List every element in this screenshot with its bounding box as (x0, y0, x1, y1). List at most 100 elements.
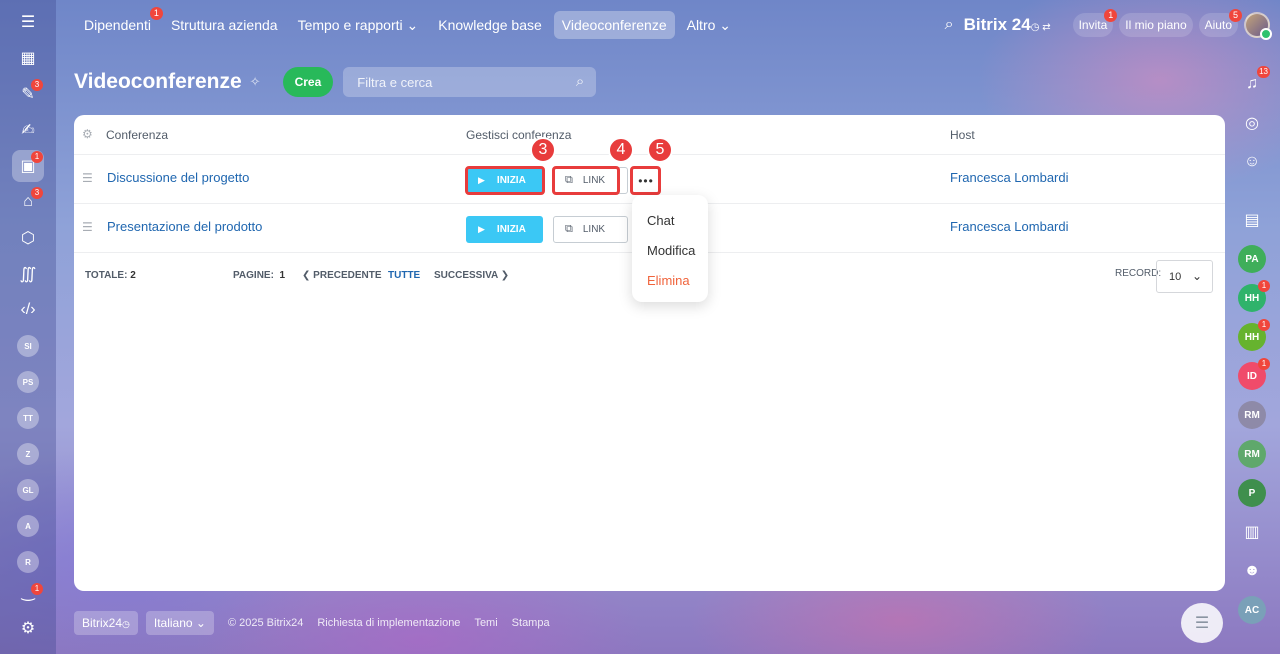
record-select[interactable]: 10 ⌄ (1156, 260, 1213, 293)
robot-icon[interactable]: ⌂ 3 (12, 186, 44, 218)
copyright: © 2025 Bitrix24 (227, 617, 304, 629)
rr-avatar-id[interactable]: ID 1 (1238, 358, 1270, 390)
clock-icon: ◷ (122, 619, 130, 629)
host-name[interactable]: Francesca Lombardi (950, 219, 1069, 234)
footer-brand[interactable]: Bitrix24◷ (74, 611, 138, 635)
nav-struttura[interactable]: Struttura azienda (163, 11, 286, 39)
conference-name[interactable]: Discussione del progetto (107, 170, 249, 185)
highlight-link (552, 166, 620, 195)
chevron-right-icon: ❯ (500, 270, 510, 281)
copy-link-button[interactable]: ⧉ LINK (553, 216, 628, 243)
highlight-more (630, 166, 661, 195)
drag-handle-icon[interactable]: ☰ (82, 171, 93, 185)
rail-more-icon[interactable]: ‿ 1 (12, 582, 44, 602)
rr-avatar-pa[interactable]: PA (1238, 245, 1266, 273)
nav-altro[interactable]: Altro ⌄ (679, 11, 739, 40)
highlight-start (465, 166, 545, 195)
rail-avatar-r[interactable]: R (12, 546, 44, 578)
rr-avatar-ac[interactable]: AC (1238, 596, 1266, 624)
box-icon[interactable]: ⬡ (12, 222, 44, 254)
implementation-request-link[interactable]: Richiesta di implementazione (317, 617, 460, 629)
prev-page-link[interactable]: ❮ PRECEDENTE (302, 270, 382, 281)
bell-icon[interactable]: ♫ 13 (1238, 66, 1270, 98)
rail-bottom-badge: 1 (31, 583, 43, 595)
conference-name[interactable]: Presentazione del prodotto (107, 219, 262, 234)
page-footer: Bitrix24◷ Italiano ⌄ © 2025 Bitrix24 Ric… (74, 611, 558, 635)
rail-avatar-ps[interactable]: PS (12, 366, 44, 398)
search-icon[interactable]: ⌕ (945, 16, 954, 34)
calendar-icon[interactable]: ▦ (12, 42, 44, 74)
wave-icon[interactable]: ∭ (12, 258, 44, 290)
next-page-link[interactable]: SUCCESSIVA ❯ (434, 270, 509, 281)
nav-videoconferenze[interactable]: Videoconferenze (553, 11, 675, 39)
rr-avatar-hh-2[interactable]: HH 1 (1238, 319, 1270, 351)
menu-item-chat[interactable]: Chat (647, 213, 674, 228)
rr-avatar-rm-1[interactable]: RM (1238, 401, 1266, 429)
callout-5: 5 (647, 137, 673, 163)
code-icon[interactable]: ‹/› (12, 294, 44, 326)
menu-item-delete[interactable]: Elimina (647, 273, 690, 288)
copy-icon: ⧉ (565, 223, 573, 235)
robot-badge: 3 (31, 187, 43, 199)
nav-tempo[interactable]: Tempo e rapporti ⌄ (290, 11, 427, 40)
header-conference[interactable]: Conferenza (106, 128, 168, 142)
rr-avatar-hh-1[interactable]: HH 1 (1238, 280, 1270, 312)
drag-handle-icon[interactable]: ☰ (82, 220, 93, 234)
bot-icon[interactable]: ☻ (1238, 557, 1266, 585)
video-conference-icon[interactable]: ▣ 1 (12, 150, 44, 182)
rail-avatar-z[interactable]: Z (12, 438, 44, 470)
rr-avatar-rm-2[interactable]: RM (1238, 440, 1266, 468)
left-rail: ☰ ▦ ✎ 3 ✍ ▣ 1 ⌂ 3 ⬡ ∭ ‹/› SI PS TT Z GL A R… (0, 0, 56, 654)
tasks-icon[interactable]: ✎ 3 (12, 78, 44, 110)
search-icon[interactable]: ⌕ (576, 73, 584, 90)
invite-badge: 1 (1104, 9, 1118, 22)
page-header: Videoconferenze ✧ Crea Filtra e cerca ⌕ (74, 66, 597, 98)
filter-search-input[interactable]: Filtra e cerca ⌕ (343, 67, 597, 97)
rail-avatar-gl[interactable]: GL (12, 474, 44, 506)
top-right: ⌕ Bitrix 24◷ ⇄ Invita 1 Il mio piano Aiut… (945, 0, 1280, 50)
nav-knowledge[interactable]: Knowledge base (430, 11, 550, 39)
language-select[interactable]: Italiano ⌄ (145, 611, 214, 635)
play-icon: ▶ (478, 224, 485, 234)
sign-icon[interactable]: ✍ (12, 114, 44, 146)
menu-item-edit[interactable]: Modifica (647, 243, 695, 258)
status-dot (1260, 28, 1272, 40)
chat-bubble-icon[interactable]: ☺ (1238, 148, 1266, 176)
nav-dipendenti[interactable]: Dipendenti 1 (76, 7, 163, 39)
help-button[interactable]: Aiuto 5 (1198, 9, 1242, 37)
help-badge: 5 (1229, 9, 1242, 22)
rail-avatar-tt[interactable]: TT (12, 402, 44, 434)
themes-link[interactable]: Temi (474, 617, 497, 629)
group-icon[interactable]: ▤ (1238, 206, 1266, 234)
nav-badge: 1 (149, 7, 163, 20)
pages-label: PAGINE: 1 (233, 270, 286, 281)
chat-fab-icon[interactable]: ☰ (1181, 603, 1223, 643)
right-rail: ♫ 13 ◎ ☺ ▤ PA HH 1 HH 1 ID 1 RM RM P ▥ ☻ AC (1224, 50, 1280, 654)
header-host[interactable]: Host (950, 128, 975, 142)
settings-icon[interactable]: ⚙ (12, 612, 44, 644)
create-button[interactable]: Crea (282, 67, 334, 97)
menu-icon[interactable]: ☰ (12, 6, 44, 38)
tasks-badge: 3 (31, 79, 43, 91)
host-name[interactable]: Francesca Lombardi (950, 170, 1069, 185)
plan-button[interactable]: Il mio piano (1119, 13, 1193, 37)
rail-avatar-a[interactable]: A (12, 510, 44, 542)
chevron-down-icon: ⌄ (195, 616, 206, 630)
video-badge: 1 (31, 151, 43, 163)
gear-icon[interactable]: ⚙ (82, 127, 93, 141)
print-link[interactable]: Stampa (512, 617, 550, 629)
page-title: Videoconferenze (74, 70, 242, 93)
user-avatar[interactable] (1244, 12, 1272, 40)
header-manage: Gestisci conferenza (466, 128, 572, 142)
rr-avatar-p[interactable]: P (1238, 479, 1266, 507)
start-button[interactable]: ▶ INIZIA (466, 216, 543, 243)
total-count: TOTALE: 2 (85, 270, 136, 281)
target-icon[interactable]: ◎ (1238, 109, 1266, 137)
invite-button[interactable]: Invita 1 (1072, 9, 1118, 37)
pin-icon[interactable]: ✧ (250, 74, 261, 90)
clock-icon: ◷ ⇄ (1030, 22, 1051, 33)
record-label: RECORD: (1115, 268, 1162, 279)
all-pages-link[interactable]: TUTTE (388, 270, 420, 281)
chat-group-icon[interactable]: ▥ (1238, 518, 1266, 546)
rail-avatar-si[interactable]: SI (12, 330, 44, 362)
